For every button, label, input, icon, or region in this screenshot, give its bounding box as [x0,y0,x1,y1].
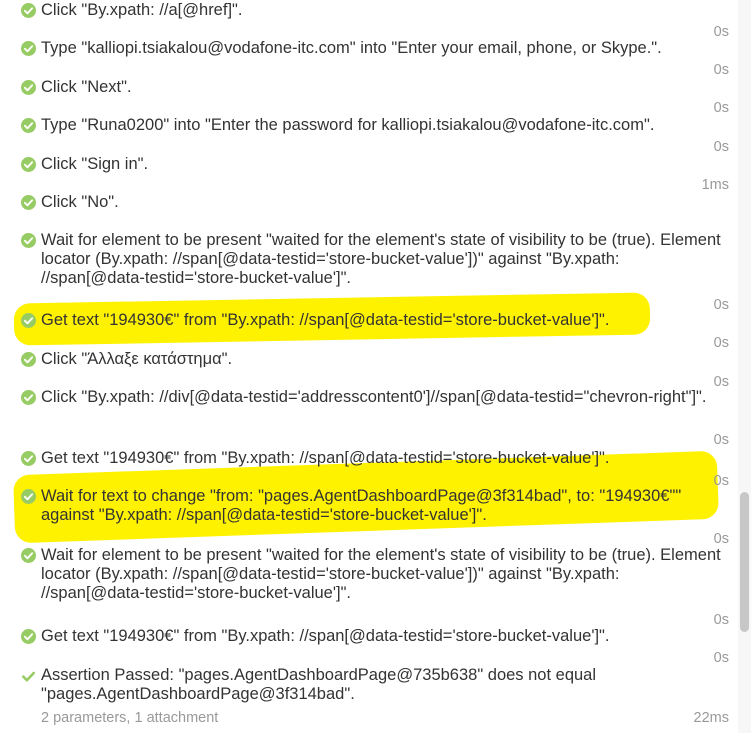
check-mark-icon [21,669,36,684]
step-text: Click "Άλλαξε κατάστημα". [41,350,233,368]
check-circle-icon [21,313,36,328]
check-circle-icon [21,118,36,133]
step-text: Get text "194930€" from "By.xpath: //spa… [41,627,610,645]
check-circle-icon [21,489,36,504]
step-row[interactable]: Click "By.xpath: //div[@data-testid='add… [0,387,735,447]
scrollbar-thumb[interactable] [740,492,749,632]
step-row[interactable]: Type "Runa0200" into "Enter the password… [0,115,735,154]
check-circle-icon [21,352,36,367]
step-row[interactable]: Get text "194930€" from "By.xpath: //spa… [0,626,735,664]
step-text: Click "By.xpath: //a[@href]". [41,1,243,19]
step-row[interactable]: Wait for text to change "from: "pages.Ag… [0,486,735,546]
scrollbar[interactable] [738,0,751,733]
step-row[interactable]: Type "kalliopi.tsiakalou@vodafone-itc.co… [0,38,735,77]
step-text: Get text "194930€" from "By.xpath: //spa… [41,311,610,329]
step-row[interactable]: Click "No". [0,192,735,230]
step-text: Click "No". [41,193,119,211]
check-circle-icon [21,80,36,95]
step-row[interactable]: Click "Next". [0,77,735,115]
check-circle-icon [21,629,36,644]
step-meta[interactable]: 2 parameters, 1 attachment [41,710,218,727]
step-text: Wait for element to be present "waited f… [41,546,726,602]
step-row[interactable]: Wait for element to be present "waited f… [0,230,735,308]
check-circle-icon [21,41,36,56]
step-duration: 22ms [693,710,729,726]
check-circle-icon [21,451,36,466]
test-steps-list: Click "By.xpath: //a[@href]". 0s Type "k… [0,0,751,733]
step-text: Get text "194930€" from "By.xpath: //spa… [41,449,610,467]
step-text: Wait for text to change "from: "pages.Ag… [41,487,686,524]
step-text: Type "kalliopi.tsiakalou@vodafone-itc.co… [41,39,662,57]
step-row[interactable]: Click "Sign in". [0,154,735,192]
check-circle-icon [21,390,36,405]
check-circle-icon [21,195,36,210]
check-circle-icon [21,157,36,172]
step-duration: 0s [713,432,729,448]
step-text: Click "By.xpath: //div[@data-testid='add… [41,388,707,406]
step-row[interactable]: Get text "194930€" from "By.xpath: //spa… [0,448,735,486]
step-row[interactable]: Get text "194930€" from "By.xpath: //spa… [0,310,735,348]
check-circle-icon [21,3,36,18]
step-row[interactable]: Click "By.xpath: //a[@href]". [0,0,735,38]
step-text: Click "Next". [41,78,132,96]
step-row[interactable]: Wait for element to be present "waited f… [0,545,735,624]
check-circle-icon [21,548,36,563]
step-text: Type "Runa0200" into "Enter the password… [41,116,655,134]
step-text: Wait for element to be present "waited f… [41,231,726,287]
step-text: Click "Sign in". [41,155,149,173]
step-row[interactable]: Click "Άλλαξε κατάστημα". [0,349,735,387]
step-text: Assertion Passed: "pages.AgentDashboardP… [41,666,601,703]
check-circle-icon [21,233,36,248]
